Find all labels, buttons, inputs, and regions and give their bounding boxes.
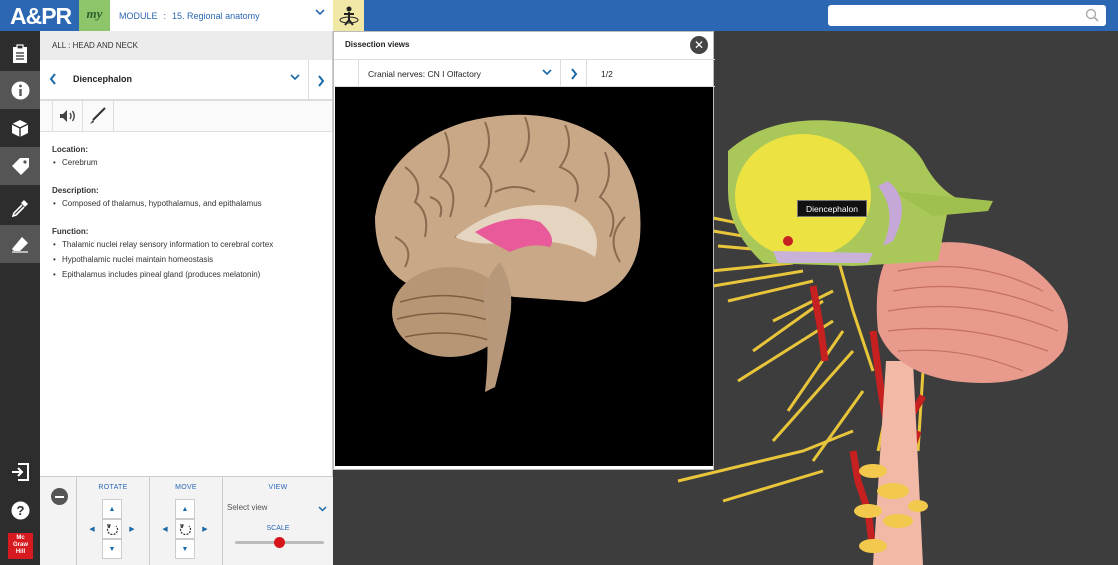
rail-button-labels[interactable]	[0, 147, 40, 185]
breadcrumb[interactable]: ALL : HEAD AND NECK	[40, 31, 332, 60]
move-reset-button[interactable]	[175, 519, 195, 539]
dissection-image[interactable]	[335, 87, 713, 466]
module-value: 15. Regional anatomy	[172, 10, 260, 21]
list-item: Epithalamus includes pineal gland (produ…	[52, 270, 320, 279]
chevron-down-icon	[315, 9, 325, 16]
function-list: Thalamic nuclei relay sensory informatio…	[52, 240, 320, 279]
brush-icon	[90, 107, 106, 124]
move-up-button[interactable]: ▲	[175, 499, 195, 519]
rotate-right-button[interactable]: ▶	[122, 519, 142, 539]
view-controls: ROTATE ▲ ◀ ▶ ▼ MOVE ▲ ◀ ▶ ▼ VIEW Select …	[40, 476, 333, 565]
description-list: Composed of thalamus, hypothalamus, and …	[52, 199, 320, 208]
panel-tools	[40, 101, 332, 132]
location-heading: Location:	[52, 145, 88, 154]
list-item: Cerebrum	[52, 158, 320, 167]
list-item: Composed of thalamus, hypothalamus, and …	[52, 199, 320, 208]
list-item: Hypothalamic nuclei maintain homeostasis	[52, 255, 320, 264]
search-box[interactable]	[828, 5, 1106, 26]
chevron-down-icon	[318, 506, 327, 512]
select-view-dropdown[interactable]: Select view	[227, 503, 327, 512]
structure-selector[interactable]: Diencephalon	[40, 60, 332, 101]
move-down-button[interactable]: ▼	[175, 539, 195, 559]
rail-button-help[interactable]: ?	[0, 491, 40, 529]
rail-button-exit[interactable]	[0, 453, 40, 491]
annotate-button[interactable]	[83, 101, 114, 131]
move-controls: MOVE ▲ ◀ ▶ ▼	[149, 477, 222, 565]
scale-label: SCALE	[266, 525, 290, 532]
svg-text:?: ?	[16, 503, 24, 518]
info-icon	[11, 81, 29, 99]
dissection-view-value: Cranial nerves: CN I Olfactory	[368, 69, 481, 79]
chevron-down-icon[interactable]	[290, 74, 300, 81]
chevron-left-icon[interactable]	[49, 73, 57, 85]
body-orientation-button[interactable]	[333, 0, 364, 31]
view-scale-controls: VIEW Select view SCALE	[222, 477, 333, 565]
collapse-controls-button[interactable]	[51, 488, 68, 505]
chevron-right-icon	[570, 67, 577, 80]
cerebellum	[876, 242, 1068, 383]
scale-slider-thumb[interactable]	[274, 537, 285, 548]
rotate-up-button[interactable]: ▲	[102, 499, 122, 519]
apr-logo[interactable]: A&PR	[10, 3, 72, 30]
list-item: Thalamic nuclei relay sensory informatio…	[52, 240, 320, 249]
tag-icon	[11, 157, 29, 175]
clipboard-icon	[13, 44, 27, 63]
function-heading: Function:	[52, 227, 89, 236]
structure-tooltip: Diencephalon	[797, 200, 867, 217]
rotate-controls: ROTATE ▲ ◀ ▶ ▼	[76, 477, 149, 565]
audio-button[interactable]	[52, 101, 83, 131]
next-structure-button[interactable]	[308, 60, 333, 101]
move-left-button[interactable]: ◀	[155, 519, 175, 539]
rotate-icon	[179, 523, 191, 535]
rotate-reset-button[interactable]	[102, 519, 122, 539]
dissection-view-select[interactable]: Cranial nerves: CN I Olfactory	[358, 60, 560, 87]
close-icon[interactable]: ✕	[690, 36, 708, 54]
rotate-label: ROTATE	[98, 484, 128, 491]
my-badge[interactable]: my	[79, 0, 110, 31]
dissection-view-nav: Cranial nerves: CN I Olfactory 1/2	[334, 59, 715, 87]
top-bar: A&PR my MODULE : 15. Regional anatomy	[0, 0, 1118, 31]
chevron-down-icon	[542, 69, 552, 76]
structure-info: Location: Cerebrum Description: Composed…	[40, 132, 332, 311]
module-selector[interactable]: MODULE : 15. Regional anatomy	[110, 0, 333, 31]
rail-button-info[interactable]	[0, 71, 40, 109]
rotate-left-button[interactable]: ◀	[82, 519, 102, 539]
brain-specimen	[375, 114, 641, 392]
speaker-icon	[59, 110, 75, 122]
mcgraw-hill-logo: Mc Graw Hill	[8, 533, 33, 559]
exit-icon	[11, 463, 29, 481]
dialog-title: Dissection views	[345, 40, 410, 49]
diencephalon	[735, 134, 871, 258]
left-toolbar: ? Mc Graw Hill	[0, 31, 40, 565]
rail-button-models[interactable]	[0, 109, 40, 147]
description-heading: Description:	[52, 186, 99, 195]
structure-name: Diencephalon	[73, 74, 133, 84]
move-right-button[interactable]: ▶	[195, 519, 215, 539]
view-page-indicator: 1/2	[586, 60, 636, 87]
rotate-down-button[interactable]: ▼	[102, 539, 122, 559]
cube-icon	[11, 119, 29, 137]
eraser-icon	[12, 236, 28, 253]
human-figure-icon	[339, 6, 358, 26]
rail-button-dropper[interactable]	[0, 189, 40, 227]
select-view-value: Select view	[227, 503, 268, 512]
move-label: MOVE	[175, 484, 197, 491]
rotate-icon	[106, 523, 118, 535]
scale-slider[interactable]	[235, 537, 324, 548]
chevron-right-icon	[318, 74, 325, 87]
search-input[interactable]	[828, 5, 1073, 26]
rail-button-notes[interactable]	[0, 35, 40, 73]
search-icon[interactable]	[1085, 8, 1099, 22]
module-label: MODULE	[119, 10, 158, 21]
help-icon: ?	[11, 501, 29, 519]
location-list: Cerebrum	[52, 158, 320, 167]
next-view-button[interactable]	[560, 60, 586, 87]
dropper-icon	[11, 200, 28, 217]
view-label: VIEW	[268, 484, 288, 491]
module-separator: :	[163, 10, 167, 21]
dissection-views-dialog: Dissection views ✕ Cranial nerves: CN I …	[333, 31, 715, 470]
rail-button-draw[interactable]	[0, 225, 40, 263]
